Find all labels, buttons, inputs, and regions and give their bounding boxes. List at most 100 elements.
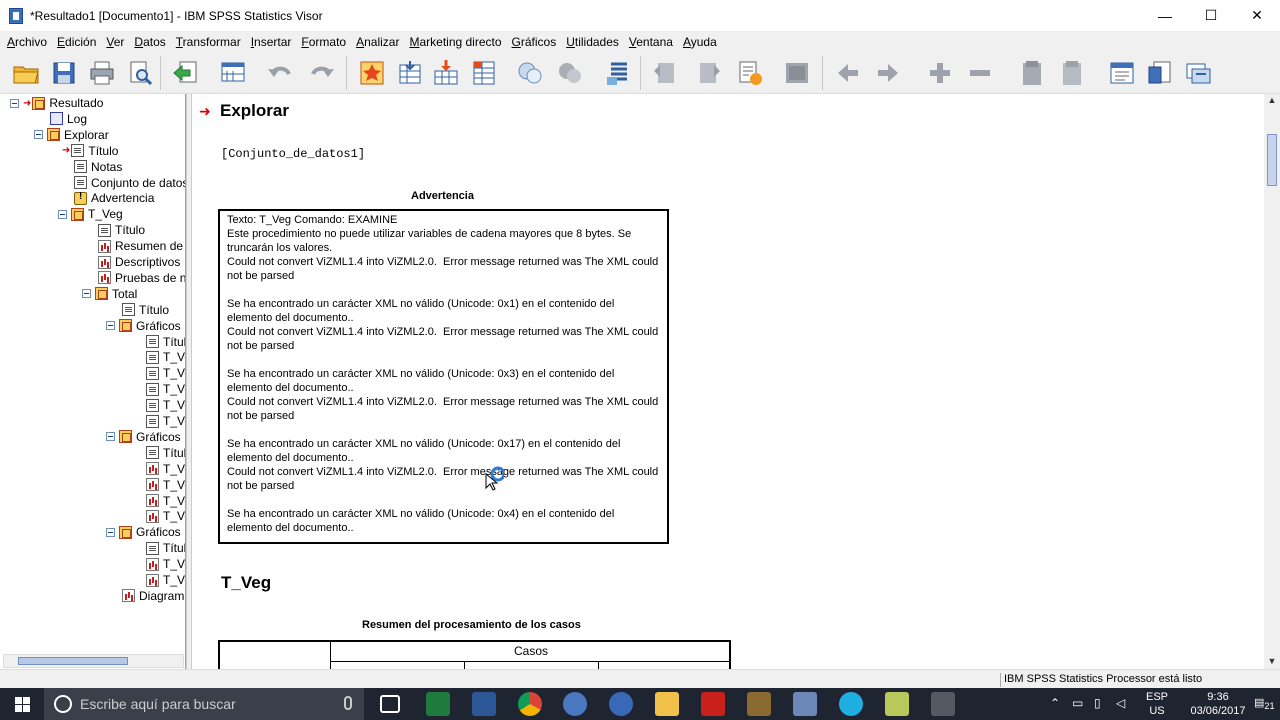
tree-item[interactable]: T_Ve [146,572,185,588]
back-arrow-icon[interactable] [834,59,862,87]
file-explorer-icon[interactable] [655,692,679,716]
menu-analizar[interactable]: Analizar [352,35,405,49]
pivot-icon[interactable] [783,59,811,87]
tree-item[interactable]: T_Ve [146,397,185,413]
tree-item[interactable]: Gráficos [106,524,181,540]
tree-collapse-icon[interactable] [82,289,91,299]
scroll-down-icon[interactable]: ▼ [1266,656,1278,668]
chrome-icon[interactable] [518,692,542,716]
menu-ver[interactable]: Ver [102,35,130,49]
export-icon[interactable] [172,59,200,87]
menu-graficos[interactable]: Gráficos [508,35,563,49]
print-preview-icon[interactable] [126,59,154,87]
tree-item[interactable]: Títul [146,334,185,350]
scroll-up-icon[interactable]: ▲ [1266,95,1278,107]
maximize-button[interactable]: ☐ [1188,0,1234,31]
tree-item[interactable]: T_Ve [146,349,185,365]
forward-arrow-icon[interactable] [874,59,902,87]
promote-icon[interactable] [652,59,680,87]
start-button[interactable] [0,688,44,720]
language-indicator[interactable]: ESP US [1142,690,1172,718]
scrollbar-thumb[interactable] [18,657,128,665]
volume-icon[interactable]: ◁ [1116,696,1125,710]
tree-item[interactable]: ➜ Título [62,143,118,159]
tree-item[interactable]: T_Ve [146,365,185,381]
tree-item[interactable]: T_Ve [146,556,185,572]
tree-collapse-icon[interactable] [10,98,19,108]
menu-formato[interactable]: Formato [297,35,352,49]
excel-icon[interactable] [426,692,450,716]
close-button[interactable]: ✕ [1234,0,1280,31]
app-icon[interactable] [747,692,771,716]
collapse-icon[interactable] [966,59,994,87]
tree-item[interactable]: Advertencia [74,190,154,206]
taskbar-search[interactable]: Escribe aquí para buscar [44,688,364,720]
insert-variable-icon[interactable] [432,59,460,87]
r-icon[interactable] [609,692,633,716]
menu-utilidades[interactable]: Utilidades [562,35,625,49]
show-item-icon[interactable] [1018,59,1046,87]
tree-collapse-icon[interactable] [106,432,115,442]
scrollbar-thumb[interactable] [1267,134,1277,186]
open-folder-icon[interactable] [12,59,40,87]
expand-icon[interactable] [926,59,954,87]
show-all-icon[interactable] [516,59,544,87]
menu-ventana[interactable]: Ventana [625,35,679,49]
undo-icon[interactable] [266,59,294,87]
insert-heading-icon[interactable] [1108,59,1136,87]
tree-item[interactable]: T_Ve [146,381,185,397]
tree-item[interactable]: T_Ve [146,413,185,429]
goto-case-icon[interactable] [396,59,424,87]
microphone-icon[interactable] [344,696,352,710]
menu-ayuda[interactable]: Ayuda [679,35,723,49]
skype-icon[interactable] [839,692,863,716]
tree-item[interactable]: T_Ve [146,477,185,493]
tree-item[interactable]: Notas [74,159,122,175]
tree-collapse-icon[interactable] [106,527,115,537]
subsection-title[interactable]: T_Veg [221,573,271,593]
goto-output-icon[interactable] [358,59,386,87]
menu-marketing-directo[interactable]: Marketing directo [405,35,507,49]
tree-item[interactable]: Explorar [34,127,109,143]
tree-collapse-icon[interactable] [58,209,67,219]
select-cases-icon[interactable] [605,59,633,87]
redo-icon[interactable] [308,59,336,87]
tree-item[interactable]: T_Ve [146,508,185,524]
tree-item[interactable]: Gráficos [106,429,181,445]
switch-window-icon[interactable] [1184,59,1212,87]
case-summary-table[interactable]: Casos [218,640,731,669]
demote-icon[interactable] [694,59,722,87]
section-title[interactable]: Explorar [220,101,289,121]
tree-item[interactable]: Log [50,111,87,127]
hide-item-icon[interactable] [1058,59,1086,87]
menu-edicion[interactable]: Edición [53,35,102,49]
menu-archivo[interactable]: Archivo [3,35,53,49]
data-editor-icon[interactable] [219,59,247,87]
tree-item[interactable]: ➜ Resultado [10,95,103,111]
task-view-icon[interactable] [380,695,400,713]
tree-item[interactable]: T_Veg [58,206,123,222]
tree-item[interactable]: Conjunto de datos [74,175,185,191]
tree-item[interactable]: Títul [146,445,185,461]
tree-item[interactable]: Título [98,222,145,238]
tree-horizontal-scrollbar[interactable] [3,654,184,668]
tree-item[interactable]: Títul [146,540,185,556]
print-icon[interactable] [88,59,116,87]
tree-item[interactable]: Total [82,286,137,302]
word-icon[interactable] [472,692,496,716]
tree-item[interactable]: Título [122,302,169,318]
save-icon[interactable] [50,59,78,87]
menu-transformar[interactable]: Transformar [172,35,247,49]
insert-text-icon[interactable] [736,59,764,87]
variables-icon[interactable] [470,59,498,87]
battery-icon[interactable]: ▯ [1094,696,1101,710]
tree-collapse-icon[interactable] [106,321,115,331]
tree-item[interactable]: Resumen de [98,238,183,254]
tree-item[interactable]: T_Ve [146,493,185,509]
insert-title-icon[interactable] [1146,59,1174,87]
minimize-button[interactable]: — [1142,0,1188,31]
dataset-label[interactable]: [Conjunto_de_datos1] [221,147,365,161]
app-icon[interactable] [793,692,817,716]
notes-icon[interactable] [885,692,909,716]
tree-item[interactable]: T_Ve [146,461,185,477]
